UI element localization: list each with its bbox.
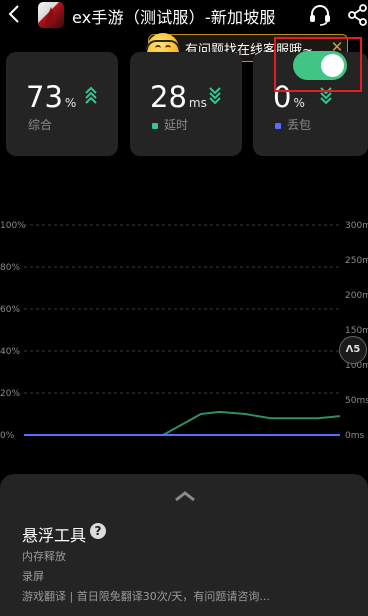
chevrons-up-icon [85, 86, 97, 104]
share-icon[interactable] [348, 4, 368, 26]
legend-dot [152, 122, 158, 129]
chevrons-down-icon [209, 87, 221, 105]
stat-card-latency: 28 ms 延时 [130, 52, 242, 156]
network-chart: 100%80%60%40%20%0%300ms250ms200ms150ms10… [0, 221, 368, 441]
y-tick-left: 40% [0, 347, 20, 357]
panel-title: 悬浮工具 [22, 526, 87, 545]
y-tick-right: 250ms [345, 256, 368, 266]
y-tick-right: 0ms [345, 431, 364, 441]
help-icon[interactable]: ? [90, 523, 106, 539]
floating-tools-toggle[interactable] [293, 51, 347, 80]
side-handle-icon[interactable]: Λ5 [339, 336, 367, 364]
floating-tools-panel: 悬浮工具 ? 内存释放 录屏 游戏翻译 | 首日限免翻译30次/天，有问题请咨询… [0, 474, 368, 616]
option-game-translate[interactable]: 游戏翻译 | 首日限免翻译30次/天，有问题请咨询... [22, 588, 270, 604]
y-tick-right: 150ms [345, 326, 368, 336]
y-tick-right: 200ms [345, 291, 368, 301]
y-tick-left: 0% [0, 431, 15, 441]
y-tick-left: 60% [0, 305, 20, 315]
y-tick-left: 80% [0, 263, 20, 273]
legend-dot [275, 122, 281, 129]
y-tick-left: 100% [0, 221, 26, 231]
latency-series-line [24, 410, 341, 436]
headset-icon[interactable] [308, 3, 332, 27]
y-tick-right: 300ms [345, 221, 368, 231]
stat-label: 综合 [28, 118, 53, 132]
option-screen-record[interactable]: 录屏 [22, 568, 44, 584]
stat-label: 延时 [152, 116, 188, 133]
header-bar: ex手游（测试服）-新加坡服 [0, 0, 368, 30]
y-tick-right: 50ms [345, 396, 368, 406]
y-tick-left: 20% [0, 389, 20, 399]
stat-value: 28 ms [150, 80, 207, 114]
chevron-up-icon[interactable] [174, 490, 196, 502]
stat-value: 73% [26, 80, 77, 114]
stat-label: 丢包 [275, 116, 311, 133]
toggle-knob [321, 54, 344, 77]
stat-card-overall: 73% 综合 [6, 52, 118, 156]
game-icon [38, 2, 64, 28]
page-title: ex手游（测试服）-新加坡服 [72, 8, 276, 27]
option-memory-release[interactable]: 内存释放 [22, 548, 66, 564]
back-arrow-icon[interactable] [6, 3, 24, 25]
